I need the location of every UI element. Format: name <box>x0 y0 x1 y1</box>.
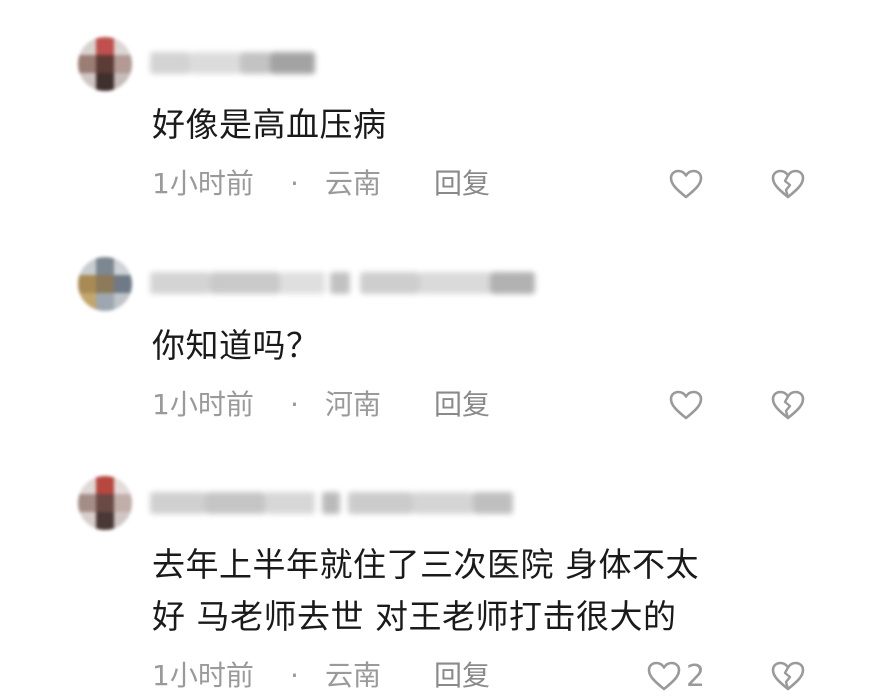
avatar[interactable] <box>78 476 132 530</box>
comment-text-line: 好 马老师去世 对王老师打击很大的 <box>152 597 677 636</box>
comment-time: 1小时前 <box>152 659 254 692</box>
comment-item: 去年上半年就住了三次医院 身体不太 好 马老师去世 对王老师打击很大的 1小时前… <box>0 0 888 698</box>
comment-text-line: 去年上半年就住了三次医院 身体不太 <box>152 545 699 584</box>
reply-button[interactable]: 回复 <box>434 656 490 696</box>
dislike-button[interactable] <box>770 656 806 696</box>
username-blurred[interactable] <box>150 488 520 518</box>
meta-separator: · <box>290 659 299 692</box>
heart-outline-icon <box>646 660 682 692</box>
broken-heart-icon <box>770 660 806 692</box>
comment-location: 云南 <box>325 659 382 692</box>
like-count: 2 <box>686 658 706 694</box>
like-button[interactable]: 2 <box>646 656 705 696</box>
